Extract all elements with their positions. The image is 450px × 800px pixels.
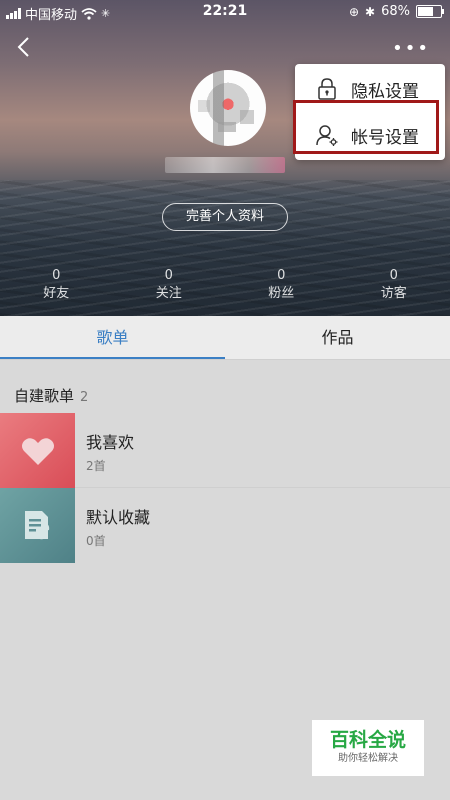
battery-percent: 68%: [381, 4, 410, 19]
status-right: ⊕ ✱ 68%: [348, 4, 444, 19]
status-bar: 中国移动 ✳ 22:21 ⊕ ✱ 68%: [0, 0, 450, 24]
stat-value: 0: [389, 268, 398, 283]
list-item[interactable]: 我喜欢 2首: [0, 413, 450, 488]
tab-playlists[interactable]: 歌单: [0, 316, 225, 359]
more-menu: 隐私设置 帐号设置: [295, 64, 445, 160]
menu-item-label: 隐私设置: [351, 81, 419, 102]
complete-profile-button[interactable]: 完善个人资料: [162, 203, 288, 231]
section-count: 2: [80, 390, 89, 405]
menu-item-privacy-settings[interactable]: 隐私设置: [295, 66, 445, 112]
stat-label: 好友: [43, 286, 70, 301]
stat-value: 0: [277, 268, 286, 283]
stats-bar: 0 好友 0 关注 0 粉丝 0 访客: [0, 268, 450, 304]
nickname-blurred: [165, 157, 285, 173]
stat-fans[interactable]: 0 粉丝: [225, 268, 338, 304]
stat-following[interactable]: 0 关注: [113, 268, 226, 304]
avatar[interactable]: [190, 70, 266, 146]
music-note-icon: [24, 510, 49, 539]
watermark-logo: 百科全说 助你轻松解决: [312, 720, 424, 776]
stat-visitors[interactable]: 0 访客: [338, 268, 450, 304]
user-settings-icon: [316, 125, 338, 146]
stat-value: 0: [164, 268, 173, 283]
battery-icon: [416, 5, 444, 18]
stat-label: 关注: [155, 286, 182, 301]
heart-icon: [21, 437, 54, 465]
playlist-count: 0首: [86, 534, 106, 548]
list-item[interactable]: 默认收藏 0首: [0, 488, 450, 563]
watermark-subtitle: 助你轻松解决: [338, 753, 398, 764]
tab-works[interactable]: 作品: [225, 316, 450, 359]
chevron-left-icon[interactable]: [14, 36, 36, 58]
tab-bar: 歌单 作品: [0, 316, 450, 360]
lock-icon: [318, 78, 336, 100]
playlist-cover: [0, 413, 75, 488]
watermark-title: 百科全说: [329, 729, 406, 751]
stat-friends[interactable]: 0 好友: [0, 268, 113, 304]
playlist-name: 默认收藏: [86, 508, 151, 527]
playlist-cover: [0, 488, 75, 563]
playlist-name: 我喜欢: [86, 433, 135, 452]
bluetooth-icon: ✱: [365, 4, 376, 19]
menu-item-account-settings[interactable]: 帐号设置: [295, 112, 445, 158]
stat-label: 粉丝: [268, 286, 295, 301]
playlist-count: 2首: [86, 459, 106, 473]
rotation-lock-icon: ⊕: [348, 4, 360, 19]
stat-label: 访客: [380, 286, 407, 301]
section-title: 自建歌单 2: [14, 385, 88, 406]
more-dots-icon[interactable]: •••: [392, 38, 430, 59]
section-title-label: 自建歌单: [14, 387, 75, 405]
stat-value: 0: [52, 268, 61, 283]
menu-item-label: 帐号设置: [351, 127, 419, 148]
